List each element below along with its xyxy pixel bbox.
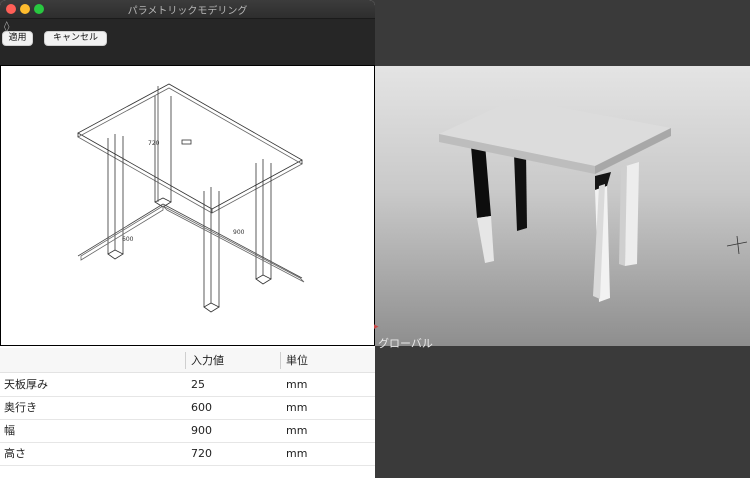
param-name: 奥行き [4,401,37,414]
param-name: 幅 [4,424,15,437]
parameter-grid: 入力値 単位 天板厚み 25 mm 奥行き 600 mm 幅 900 mm 高さ… [0,348,375,478]
front-leg-far-right [625,162,639,266]
origin-marker-icon: ▸ [374,322,379,332]
param-unit: mm [286,424,308,437]
title-bar[interactable]: パラメトリックモデリング [0,0,375,18]
table-wireframe-drawing: 720 600 900 [77,83,305,313]
table-row[interactable]: 奥行き 600 mm [0,397,375,420]
param-name: 高さ [4,447,26,460]
param-unit: mm [286,378,308,391]
header-input-value[interactable]: 入力値 [191,348,224,373]
apply-button[interactable]: 適用 [2,31,33,46]
tabletop-outline [77,83,303,210]
cancel-button[interactable]: キャンセル [44,31,107,46]
back-leg-center [514,152,527,231]
column-divider [185,352,186,369]
table-3d-render [439,99,748,302]
dim-depth-label: 600 [122,236,134,243]
grid-header: 入力値 単位 [0,348,375,373]
leg-back-left [107,134,124,260]
wireframe-drawing-panel: 720 600 900 [0,65,375,346]
front-leg-left-lower [477,216,494,263]
header-unit[interactable]: 単位 [286,348,308,373]
table-row[interactable]: 幅 900 mm [0,420,375,443]
window-title: パラメトリックモデリング [127,6,248,17]
param-unit: mm [286,401,308,414]
leg-back-center [154,96,172,208]
param-value[interactable]: 25 [191,374,205,397]
back-leg-left [471,144,491,218]
column-divider [280,352,281,369]
param-value[interactable]: 900 [191,420,212,443]
dim-width-label: 900 [233,229,245,236]
table-row[interactable]: 天板厚み 25 mm [0,374,375,397]
3d-viewport[interactable] [375,66,750,346]
coordinate-mode-label[interactable]: グローバル [378,335,433,351]
param-name: 天板厚み [4,378,48,391]
param-value[interactable]: 600 [191,397,212,420]
parametric-modeling-window: パラメトリックモデリング ◊ 適用 キャンセル 720 600 900 入力値 … [0,0,375,478]
param-value[interactable]: 720 [191,443,212,466]
param-unit: mm [286,447,308,460]
dim-height-label: 720 [148,140,160,147]
table-row[interactable]: 高さ 720 mm [0,443,375,466]
